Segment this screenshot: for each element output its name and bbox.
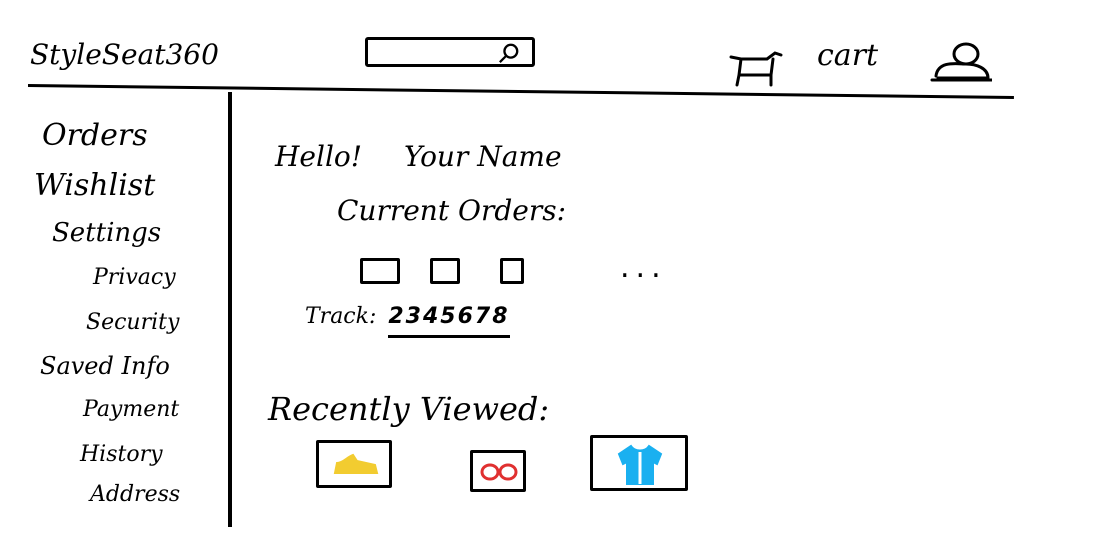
header-divider [27,84,1014,100]
tracking-number-link[interactable]: 2345678 [388,304,510,338]
greeting-user-name: Your Name [404,140,562,173]
sidebar-item-wishlist[interactable]: Wishlist [34,168,155,203]
order-thumbnail[interactable] [430,258,460,284]
cart-icon[interactable] [727,45,797,90]
recent-item-card[interactable] [316,440,392,488]
recent-item-card[interactable] [590,435,688,491]
sidebar-item-saved-info[interactable]: Saved Info [40,352,170,380]
sidebar-item-orders[interactable]: Orders [42,118,148,153]
user-icon[interactable] [928,40,992,84]
brand-logo[interactable]: StyleSeat360 [30,38,219,71]
tracking-label: Track: [305,304,377,329]
current-orders-heading: Current Orders: [337,194,567,227]
shirt-icon [617,444,663,485]
recent-item-card[interactable] [470,450,526,492]
cart-link[interactable]: cart [817,38,878,73]
greeting-hello: Hello! [275,140,363,173]
search-icon[interactable] [498,42,520,64]
sidebar-item-security[interactable]: Security [86,310,179,335]
greeting: Hello! Your Name [275,140,562,173]
shoe-icon [333,453,379,474]
sidebar-item-settings[interactable]: Settings [52,218,161,248]
more-orders-indicator[interactable]: ... [620,250,667,285]
tracking-row: Track: 2345678 [305,304,510,338]
recently-viewed-heading: Recently Viewed: [268,390,550,428]
sidebar-item-payment[interactable]: Payment [83,397,179,422]
sidebar-item-history[interactable]: History [80,442,163,467]
sidebar-item-privacy[interactable]: Privacy [93,265,176,290]
sidebar-item-address[interactable]: Address [90,482,180,507]
sidebar-divider [228,92,232,527]
glasses-icon [480,463,518,481]
order-thumbnail[interactable] [360,258,400,284]
search-input[interactable] [365,37,535,67]
order-thumbnail[interactable] [500,258,524,284]
